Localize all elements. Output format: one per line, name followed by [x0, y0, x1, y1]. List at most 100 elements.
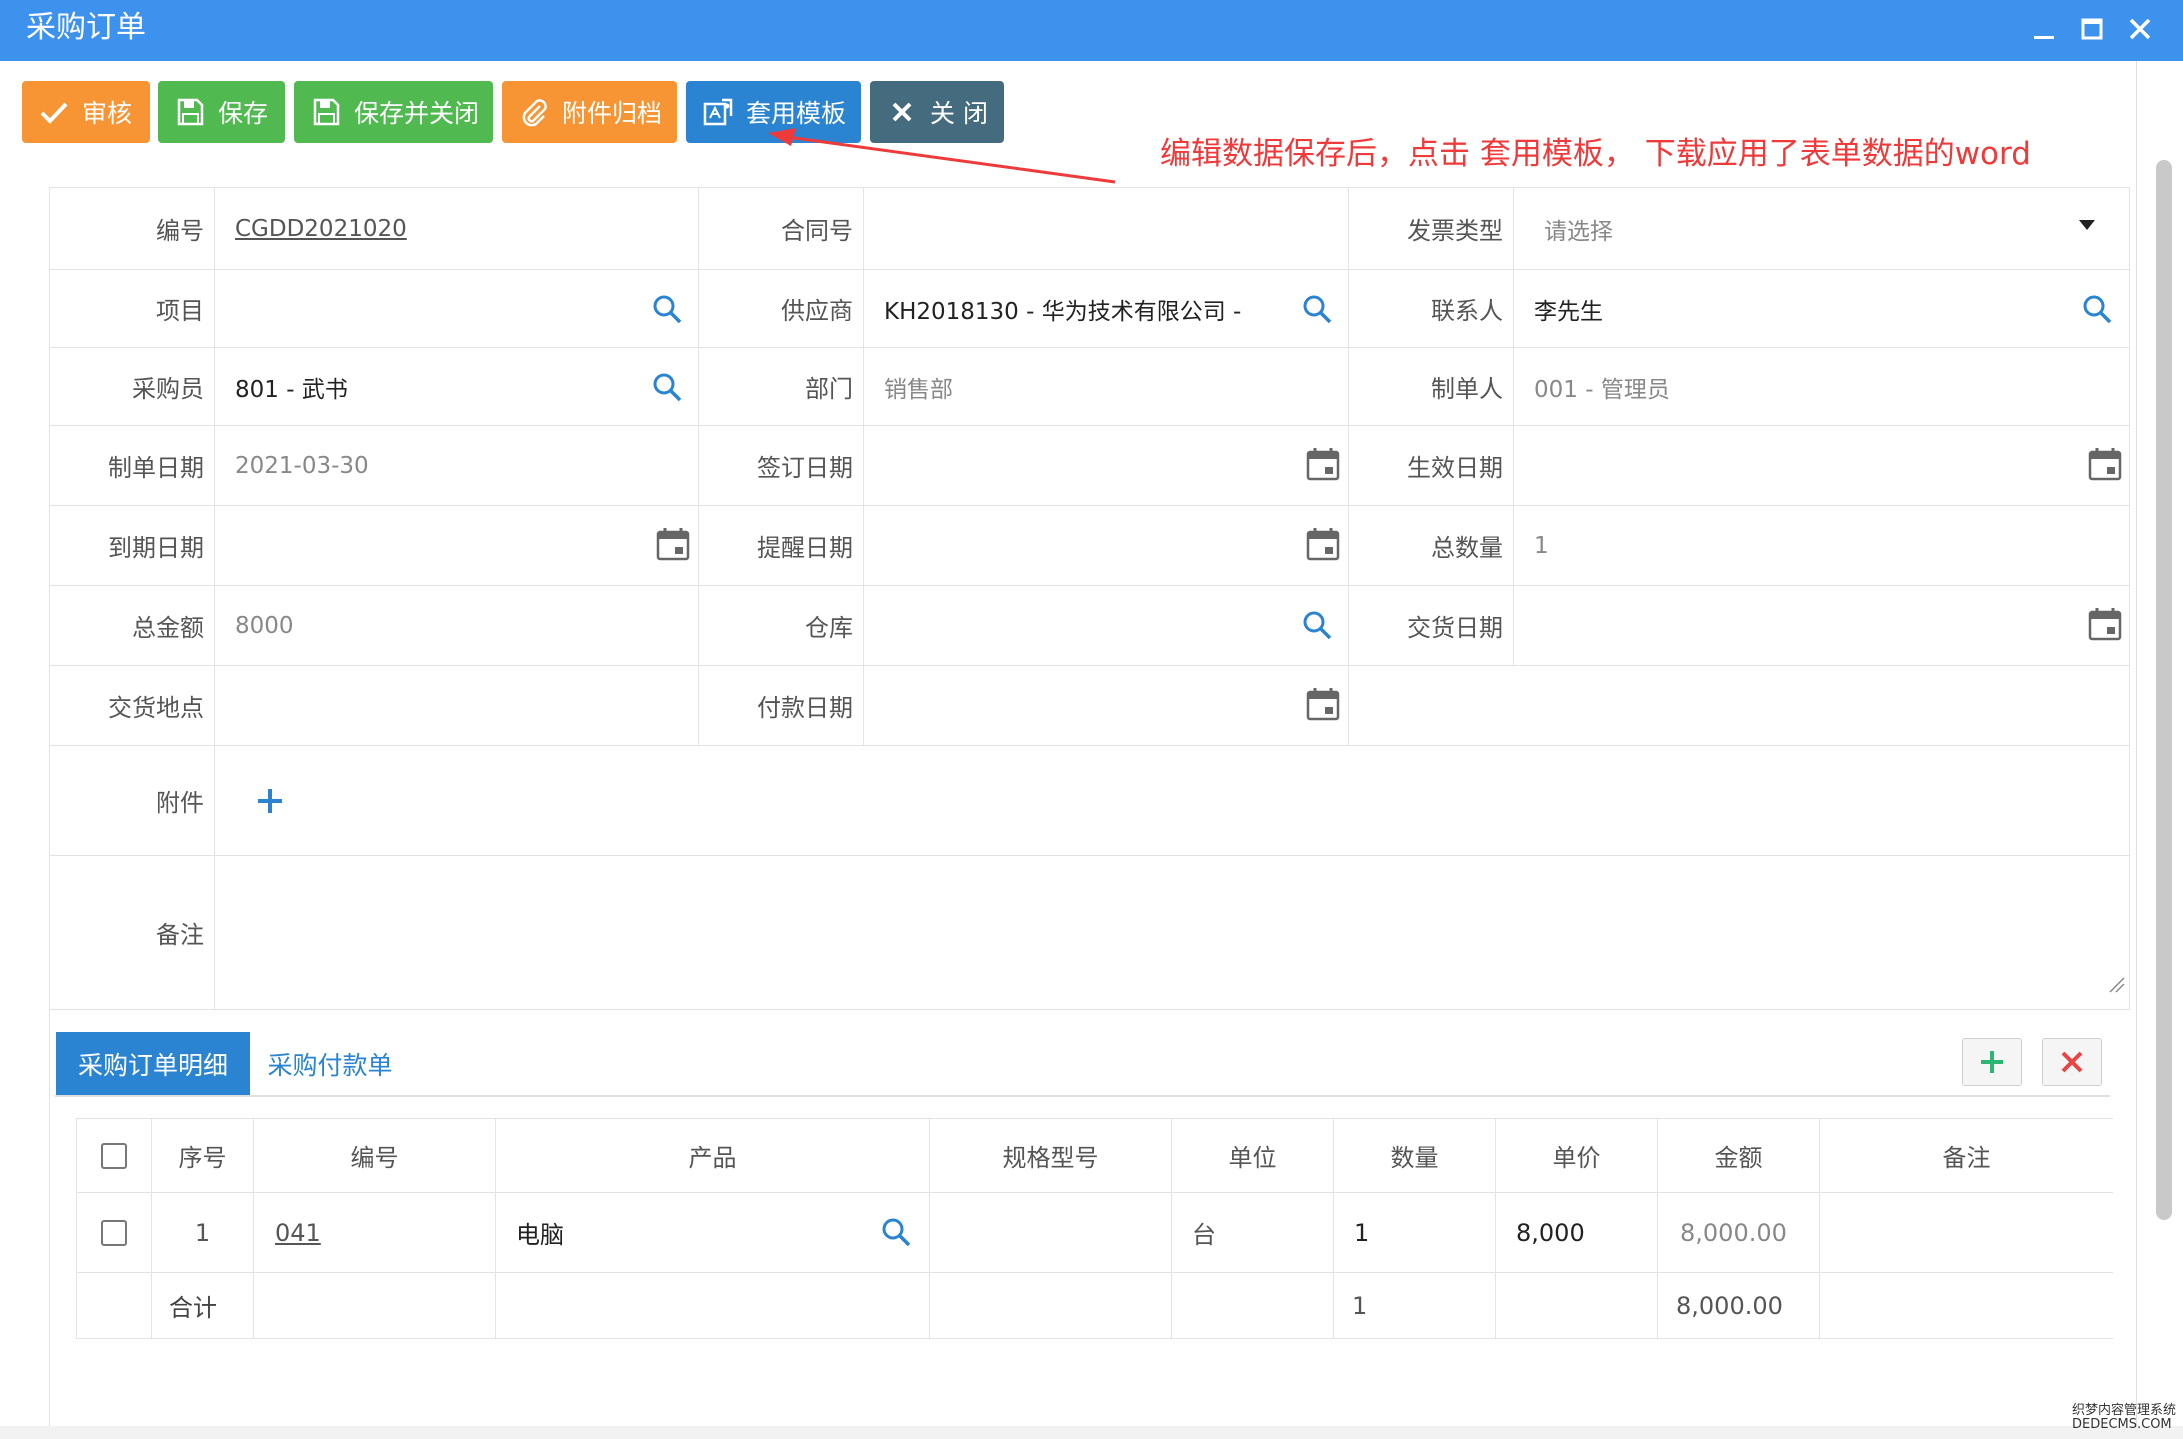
remark-label: 备注 — [50, 856, 215, 1010]
window-title: 采购订单 — [26, 10, 146, 45]
add-attachment-icon[interactable] — [253, 784, 287, 818]
sign-date-label: 签订日期 — [699, 426, 864, 506]
approve-button[interactable]: 审核 — [22, 81, 150, 143]
project-input[interactable] — [215, 270, 699, 348]
plus-icon — [1981, 1051, 2003, 1073]
watermark: 织梦内容管理系统 DEDECMS.COM — [2072, 1403, 2177, 1432]
col-header-remark: 备注 — [1820, 1119, 2113, 1193]
col-header-seq: 序号 — [152, 1119, 254, 1193]
annotation-arrow — [768, 128, 1116, 184]
remind-date-label: 提醒日期 — [699, 506, 864, 586]
total-empty-cell — [77, 1273, 152, 1339]
search-icon[interactable] — [1300, 292, 1334, 326]
warehouse-label: 仓库 — [699, 586, 864, 666]
frame-line — [49, 1009, 50, 1429]
save-close-button[interactable]: 保存并关闭 — [294, 81, 493, 143]
calendar-icon[interactable] — [1306, 687, 1340, 721]
total-qty: 1 — [1334, 1273, 1496, 1339]
project-label: 项目 — [50, 270, 215, 348]
col-header-code: 编号 — [254, 1119, 496, 1193]
delivery-place-input[interactable] — [215, 666, 699, 746]
contact-input[interactable]: 李先生 — [1514, 270, 2130, 348]
col-header-unit: 单位 — [1172, 1119, 1334, 1193]
calendar-icon[interactable] — [2088, 447, 2122, 481]
add-row-button[interactable] — [1962, 1038, 2022, 1086]
delivery-date-input[interactable] — [1514, 586, 2130, 666]
row-product[interactable]: 电脑 — [496, 1193, 930, 1273]
search-icon[interactable] — [1300, 608, 1334, 642]
remark-textarea[interactable] — [215, 856, 2130, 1010]
calendar-icon[interactable] — [1306, 527, 1340, 561]
close-window-icon[interactable] — [2120, 12, 2160, 48]
search-icon[interactable] — [650, 292, 684, 326]
pay-date-input[interactable] — [864, 666, 1349, 746]
row-checkbox[interactable] — [101, 1219, 127, 1246]
delete-icon — [2061, 1051, 2083, 1073]
maximize-icon[interactable] — [2072, 12, 2112, 48]
due-date-input[interactable] — [215, 506, 699, 586]
dept-value: 销售部 — [864, 348, 1349, 426]
search-icon[interactable] — [2080, 292, 2114, 326]
sign-date-input[interactable] — [864, 426, 1349, 506]
row-price[interactable]: 8,000 — [1496, 1193, 1658, 1273]
row-remark[interactable] — [1820, 1193, 2113, 1273]
dropdown-arrow-icon[interactable] — [2072, 210, 2102, 240]
calendar-icon[interactable] — [1306, 447, 1340, 481]
order-form: 编号 CGDD2021020 合同号 发票类型 请选择 项目 供应商 KH201… — [49, 187, 2130, 1010]
buyer-input[interactable]: 801 - 武书 — [215, 348, 699, 426]
code-value[interactable]: CGDD2021020 — [215, 188, 699, 270]
effective-date-input[interactable] — [1514, 426, 2130, 506]
row-seq: 1 — [152, 1193, 254, 1273]
annotation-text: 编辑数据保存后，点击 套用模板， 下载应用了表单数据的word — [1160, 136, 2031, 172]
contract-label: 合同号 — [699, 188, 864, 270]
product-search-icon[interactable] — [879, 1215, 913, 1249]
total-empty-cell — [254, 1273, 496, 1339]
contract-input[interactable] — [864, 188, 1349, 270]
bottom-bar — [0, 1426, 2183, 1439]
row-qty[interactable]: 1 — [1334, 1193, 1496, 1273]
vertical-scrollbar[interactable] — [2156, 160, 2172, 1220]
select-all-cell — [77, 1119, 152, 1193]
pay-date-label: 付款日期 — [699, 666, 864, 746]
attachment-label: 附件 — [50, 746, 215, 856]
title-bar — [0, 0, 2183, 61]
remind-date-input[interactable] — [864, 506, 1349, 586]
code-label: 编号 — [50, 188, 215, 270]
minimize-icon[interactable] — [2024, 12, 2064, 48]
calendar-icon[interactable] — [656, 527, 690, 561]
empty-cell — [1349, 666, 2130, 746]
row-amount: 8,000.00 — [1658, 1193, 1820, 1273]
warehouse-input[interactable] — [864, 586, 1349, 666]
tab-order-detail[interactable]: 采购订单明细 — [56, 1032, 250, 1096]
total-empty-cell — [496, 1273, 930, 1339]
floppy-icon — [174, 96, 206, 128]
supplier-input[interactable]: KH2018130 - 华为技术有限公司 - — [864, 270, 1349, 348]
delivery-place-label: 交货地点 — [50, 666, 215, 746]
total-amount-value: 8000 — [215, 586, 699, 666]
make-date-value: 2021-03-30 — [215, 426, 699, 506]
total-empty-cell — [930, 1273, 1172, 1339]
make-date-label: 制单日期 — [50, 426, 215, 506]
template-icon — [702, 96, 734, 128]
buyer-label: 采购员 — [50, 348, 215, 426]
select-all-checkbox[interactable] — [101, 1142, 127, 1169]
attach-archive-button[interactable]: 附件归档 — [502, 81, 677, 143]
search-icon[interactable] — [650, 370, 684, 404]
row-spec[interactable] — [930, 1193, 1172, 1273]
resize-handle-icon[interactable] — [2106, 974, 2126, 994]
tabs-divider — [55, 1095, 2110, 1097]
delete-row-button[interactable] — [2042, 1038, 2102, 1086]
total-qty-value: 1 — [1514, 506, 2130, 586]
col-header-product: 产品 — [496, 1119, 930, 1193]
col-header-qty: 数量 — [1334, 1119, 1496, 1193]
tab-payment[interactable]: 采购付款单 — [256, 1032, 404, 1096]
total-empty-cell — [1496, 1273, 1658, 1339]
invoice-type-select[interactable]: 请选择 — [1514, 188, 2130, 270]
calendar-icon[interactable] — [2088, 607, 2122, 641]
attachment-area — [215, 746, 2130, 856]
row-code[interactable]: 041 — [254, 1193, 496, 1273]
save-button[interactable]: 保存 — [158, 81, 285, 143]
maker-label: 制单人 — [1349, 348, 1514, 426]
total-label: 合计 — [152, 1273, 254, 1339]
dept-label: 部门 — [699, 348, 864, 426]
